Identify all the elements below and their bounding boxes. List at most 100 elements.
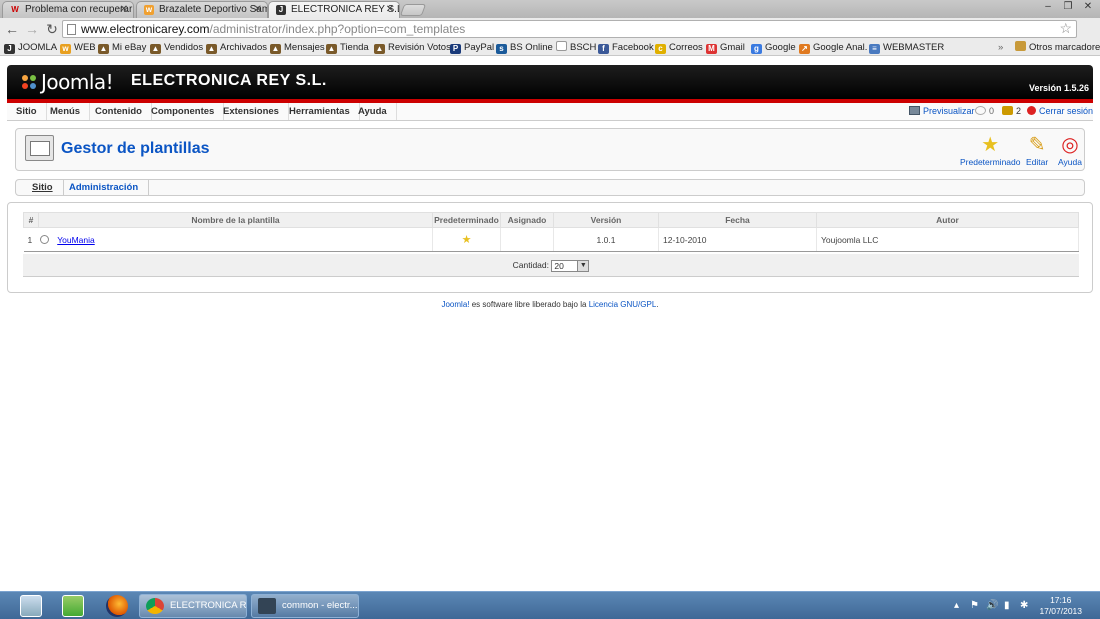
bookmark-mi-ebay[interactable]: ▲ Mi eBay [98,41,146,55]
users-icon [1002,106,1013,115]
cell-assigned [500,227,554,252]
row-number: 1 [27,234,33,245]
messages-count[interactable]: 0 [975,103,994,120]
menu-ayuda[interactable]: Ayuda [349,103,397,120]
image-viewer-icon[interactable] [62,595,84,617]
bookmark-gmail[interactable]: M Gmail [706,41,745,55]
bookmark-facebook[interactable]: f Facebook [598,41,654,55]
bookmark-google[interactable]: g Google [751,41,796,55]
gmail-icon: M [706,44,717,54]
bluetooth-icon[interactable]: ✱ [1020,600,1028,611]
forward-icon[interactable]: → [24,21,40,37]
cell-version: 1.0.1 [553,227,659,252]
browser-tabstrip: W Problema con recuperar u ✕ w Brazalete… [0,0,1100,18]
col-assigned: Asignado [500,212,554,228]
show-hidden-icons[interactable]: ▴ [954,600,959,611]
tab-title: Brazalete Deportivo Sams [159,4,268,15]
bookmark-webmaster[interactable]: ≡ WEBMASTER [869,41,944,55]
paypal-icon: P [450,44,461,54]
bookmark-web[interactable]: w WEB [60,41,96,55]
browser-tab-2[interactable]: w Brazalete Deportivo Sams ✕ [136,1,268,18]
tab-close-icon[interactable]: ✕ [386,2,394,17]
volume-icon[interactable]: 🔊 [986,600,998,611]
bookmark-paypal[interactable]: P PayPal [450,41,494,55]
users-online[interactable]: 2 [1002,103,1021,120]
tab-favicon-icon: W [11,5,19,14]
joomla-admin-page: Joomla! ELECTRONICA REY S.L. Versión 1.5… [0,57,1100,591]
row-select-radio[interactable] [40,234,50,244]
cell-author: Youjoomla LLC [816,227,1079,252]
bookmarks-overflow[interactable]: » [998,41,1003,55]
task-chrome[interactable]: ELECTRONICA RE... [139,594,247,618]
explorer-icon[interactable] [20,595,42,617]
col-name[interactable]: Nombre de la plantilla [38,212,433,228]
bookmark-bsch[interactable]: BSCH [556,41,596,55]
bookmark-mensajes[interactable]: ▲ Mensajes [270,41,325,55]
lifebuoy-icon: ◎ [1061,134,1079,156]
bookmark-star-icon[interactable]: ☆ [1059,20,1072,36]
other-bookmarks[interactable]: Otros marcadores [1015,41,1100,55]
tab-title: Problema con recuperar u [25,4,134,15]
correos-icon: c [655,44,666,54]
help-button[interactable]: ◎ Ayuda [1058,135,1082,167]
bookmark-joomla[interactable]: J JOOMLA [4,41,57,55]
template-name-link[interactable]: YouMania [57,235,95,245]
taskbar-clock[interactable]: 17:16 17/07/2013 [1039,595,1082,617]
message-icon [975,106,986,115]
subtab-administracion[interactable]: Administración [59,180,150,195]
bookmark-google-analytics[interactable]: ↗ Google Anal. [799,41,867,55]
address-bar[interactable]: www.electronicarey.com/administrator/ind… [62,20,1077,38]
bookmark-label: Mensajes [284,42,325,53]
google-icon: g [751,44,762,54]
menu-herramientas[interactable]: Herramientas [280,103,360,120]
ebay-icon: ▲ [98,44,109,54]
browser-tab-1[interactable]: W Problema con recuperar u ✕ [2,1,134,18]
logout-link[interactable]: Cerrar sesión [1027,103,1093,120]
browser-tab-3[interactable]: J ELECTRONICA REY S.L. - A ✕ [268,1,400,18]
edit-button-label: Editar [1026,157,1049,167]
browser-toolbar: ← → ↻ www.electronicarey.com/administrat… [0,18,1100,40]
license-link[interactable]: Licencia GNU/GPL [589,300,657,309]
site-name: ELECTRONICA REY S.L. [131,72,327,89]
bookmark-label: WEB [74,42,96,53]
bookmark-archivados[interactable]: ▲ Archivados [206,41,267,55]
tab-close-icon[interactable]: ✕ [120,2,128,17]
templates-table: # Nombre de la plantilla Predeterminado … [23,212,1079,252]
edit-button[interactable]: ✎ Editar [1026,135,1048,167]
minimize-icon[interactable]: – [1040,0,1056,14]
bookmark-correos[interactable]: c Correos [655,41,703,55]
reload-icon[interactable]: ↻ [44,21,60,37]
bookmark-vendidos[interactable]: ▲ Vendidos [150,41,203,55]
tab-favicon-icon: w [144,5,154,15]
url-path: /administrator/index.php?option=com_temp… [209,22,466,36]
back-icon[interactable]: ← [4,21,20,37]
menu-extensiones[interactable]: Extensiones [214,103,289,120]
joomla-logo[interactable]: Joomla! [19,70,114,94]
joomla-link[interactable]: Joomla! [441,300,469,309]
bookmark-tienda[interactable]: ▲ Tienda [326,41,369,55]
menu-componentes[interactable]: Componentes [142,103,225,120]
close-window-icon[interactable]: ✕ [1080,0,1096,14]
task-filezilla[interactable]: common - electr... [251,594,359,618]
joomla-logo-text: Joomla! [41,70,114,94]
bookmark-bs-online[interactable]: s BS Online [496,41,553,55]
clock-date: 17/07/2013 [1039,606,1082,616]
default-star-icon: ★ [461,234,472,246]
limit-select[interactable]: 20 ▼ [551,259,590,272]
menu-menus[interactable]: Menús [41,103,91,120]
firefox-icon[interactable] [106,595,128,617]
admin-menu-bar: Sitio Menús Contenido Componentes Extens… [7,103,1093,121]
new-tab-button[interactable] [399,4,427,16]
default-button-label: Predeterminado [960,157,1021,167]
ebay-icon: ▲ [150,44,161,54]
subtab-sitio[interactable]: Sitio [22,180,64,195]
default-button[interactable]: ★ Predeterminado [960,135,1020,167]
bookmark-revision-votos[interactable]: ▲ Revisión Votos [374,41,451,55]
bookmark-label: Archivados [220,42,267,53]
tab-close-icon[interactable]: ✕ [254,2,262,17]
preview-link[interactable]: Previsualizar [909,103,975,120]
action-center-icon[interactable]: ⚑ [970,600,979,611]
network-icon[interactable]: ▮ [1004,600,1010,611]
web-icon: w [60,44,71,54]
restore-icon[interactable]: ❐ [1060,0,1076,14]
